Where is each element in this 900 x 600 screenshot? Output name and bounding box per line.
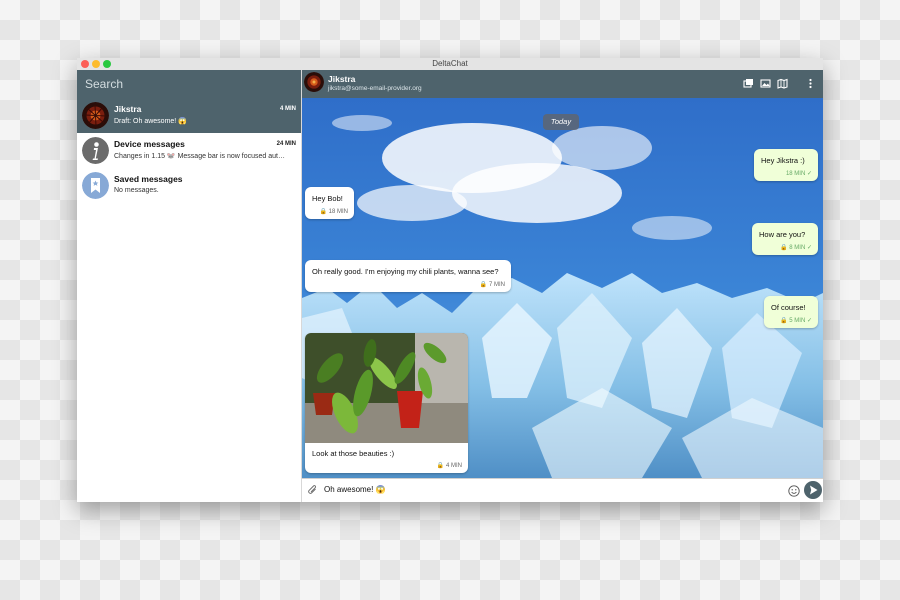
conversation-panel: Jikstra jikstra@some-email-provider.org: [302, 70, 823, 502]
conversation-header: Jikstra jikstra@some-email-provider.org: [302, 70, 823, 98]
more-menu-icon[interactable]: [805, 78, 816, 89]
search-bar: [77, 70, 301, 98]
date-separator: Today: [543, 114, 579, 130]
message-text: Hey Bob!: [312, 194, 343, 203]
message-time: 🔒 5 MIN: [780, 318, 806, 324]
message-text: Oh really good. I'm enjoying my chili pl…: [312, 267, 499, 276]
message-time: 🔒 8 MIN: [780, 245, 806, 251]
chat-name: Jikstra: [114, 104, 142, 114]
map-icon[interactable]: [777, 78, 788, 89]
message-bubble-outgoing[interactable]: How are you? 🔒 8 MIN ✓: [752, 223, 818, 255]
contact-avatar: [82, 102, 109, 129]
contact-email: jikstra@some-email-provider.org: [328, 85, 422, 92]
app-window: DeltaChat Jikstra Draft: Oh awesome! 😱 4…: [77, 58, 823, 502]
gallery-icon[interactable]: [743, 78, 754, 89]
media-icon[interactable]: [760, 78, 771, 89]
info-icon: [82, 137, 109, 164]
plant-photo[interactable]: [305, 333, 468, 443]
chat-background: Today Hey Jikstra :) 18 MIN ✓ Hey Bob! 🔒…: [302, 98, 823, 478]
chat-name: Saved messages: [114, 174, 183, 184]
message-bubble-incoming[interactable]: Hey Bob! 🔒 18 MIN: [305, 187, 354, 219]
chat-item-device-messages[interactable]: Device messages Changes in 1.15 🐭 Messag…: [77, 133, 301, 168]
contact-name[interactable]: Jikstra: [328, 74, 355, 84]
bookmark-icon: [82, 172, 109, 199]
message-text: Look at those beauties :): [312, 449, 395, 458]
sent-check-icon: ✓: [806, 318, 812, 324]
message-time: 🔒 7 MIN: [479, 282, 505, 288]
message-text: Hey Jikstra :): [761, 156, 805, 165]
chat-name: Device messages: [114, 139, 185, 149]
message-bubble-incoming[interactable]: Oh really good. I'm enjoying my chili pl…: [305, 260, 511, 292]
message-composer: [302, 478, 823, 502]
message-time: 🔒 4 MIN: [436, 463, 462, 469]
message-input[interactable]: [322, 484, 766, 495]
chat-time: 24 MIN: [276, 141, 296, 147]
message-bubble-outgoing[interactable]: Hey Jikstra :) 18 MIN ✓: [754, 149, 818, 181]
emoji-icon[interactable]: [788, 485, 800, 497]
chat-item-jikstra[interactable]: Jikstra Draft: Oh awesome! 😱 4 MIN: [77, 98, 301, 133]
message-time: 🔒 18 MIN: [319, 209, 348, 215]
message-time: 18 MIN: [785, 171, 806, 177]
chat-preview: Draft: Oh awesome! 😱: [114, 118, 187, 125]
sent-check-icon: ✓: [806, 245, 812, 251]
paperclip-icon[interactable]: [307, 485, 318, 496]
message-bubble-incoming-image[interactable]: Look at those beauties :) 🔒 4 MIN: [305, 333, 468, 473]
chat-preview: Changes in 1.15 🐭 Message bar is now foc…: [114, 153, 285, 160]
sent-check-icon: ✓: [806, 171, 812, 177]
search-input[interactable]: [83, 76, 287, 92]
chat-preview: No messages.: [114, 187, 159, 194]
message-text: Of course!: [771, 303, 806, 312]
window-title: DeltaChat: [432, 59, 468, 68]
message-bubble-outgoing[interactable]: Of course! 🔒 5 MIN ✓: [764, 296, 818, 328]
chat-time: 4 MIN: [279, 106, 296, 112]
message-text: How are you?: [759, 230, 806, 239]
send-button[interactable]: [804, 481, 822, 499]
contact-avatar[interactable]: [304, 72, 324, 92]
chat-list-sidebar: Jikstra Draft: Oh awesome! 😱 4 MIN Devic…: [77, 70, 302, 502]
chat-item-saved-messages[interactable]: Saved messages No messages.: [77, 168, 301, 203]
